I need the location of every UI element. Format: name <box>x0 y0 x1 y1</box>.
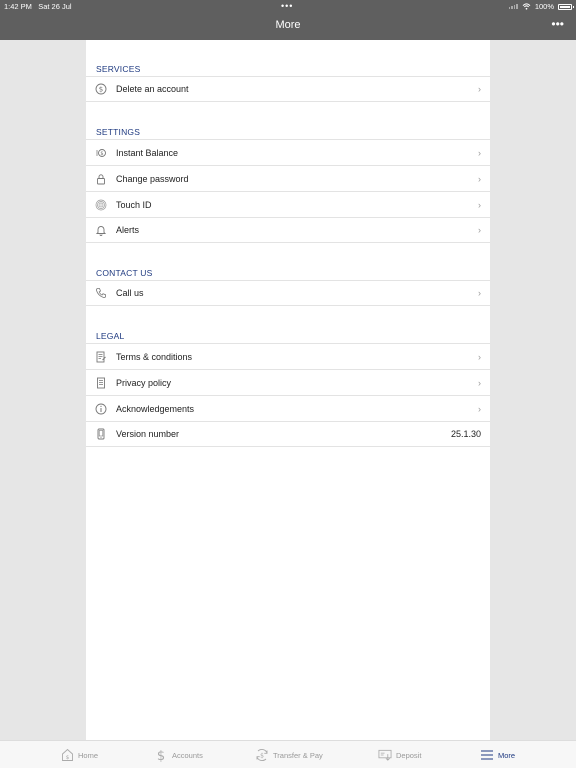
deposit-icon <box>378 748 392 762</box>
row-touch-id[interactable]: Touch ID › <box>86 191 490 217</box>
lock-icon <box>95 173 107 185</box>
home-icon: $ <box>60 748 74 762</box>
row-terms-conditions[interactable]: Terms & conditions › <box>86 343 490 369</box>
chevron-right-icon: › <box>478 84 481 94</box>
status-bar: 1:42 PM Sat 26 Jul ••• 100% <box>0 0 576 12</box>
battery-percent: 100% <box>534 2 554 11</box>
row-alerts[interactable]: Alerts › <box>86 217 490 243</box>
tab-bar: $ Home $ Accounts $ Transfer & Pay Depos… <box>0 740 576 768</box>
phone-icon <box>95 287 107 299</box>
tab-label: Deposit <box>396 750 422 760</box>
battery-icon <box>558 3 574 10</box>
chevron-right-icon: › <box>478 225 481 235</box>
dollar-circle-icon: $ <box>95 83 107 95</box>
row-privacy-policy[interactable]: Privacy policy › <box>86 369 490 395</box>
chevron-right-icon: › <box>478 147 481 158</box>
row-call-us[interactable]: Call us › <box>86 280 490 306</box>
chevron-right-icon: › <box>478 351 481 362</box>
chevron-right-icon: › <box>478 403 481 414</box>
dollar-icon: $ <box>154 748 168 762</box>
row-label: Acknowledgements <box>116 403 195 414</box>
svg-text:$: $ <box>100 151 103 157</box>
row-delete-account[interactable]: $ Delete an account › <box>86 76 490 102</box>
row-version-number: Version number 25.1.30 <box>86 421 490 447</box>
page-title: More <box>275 19 301 31</box>
svg-text:$: $ <box>65 755 69 761</box>
tab-deposit[interactable]: Deposit <box>378 748 421 762</box>
section-header-contact: CONTACT US <box>96 268 153 278</box>
document-icon <box>95 377 107 389</box>
section-header-settings: SETTINGS <box>96 127 141 137</box>
row-label: Privacy policy <box>116 377 172 388</box>
tab-accounts[interactable]: $ Accounts <box>154 748 203 762</box>
multitask-dots: ••• <box>281 1 294 11</box>
chevron-right-icon: › <box>478 173 481 184</box>
svg-text:$: $ <box>260 753 264 760</box>
tab-label: Transfer & Pay <box>273 750 323 760</box>
instant-balance-icon: $ <box>95 147 107 159</box>
tab-label: More <box>498 750 516 760</box>
tab-label: Accounts <box>172 750 203 760</box>
row-label: Terms & conditions <box>116 351 193 362</box>
chevron-right-icon: › <box>478 377 481 388</box>
fingerprint-icon <box>95 199 107 211</box>
section-header-services: SERVICES <box>96 64 141 74</box>
settings-panel: SERVICES $ Delete an account › SETTINGS … <box>86 40 490 740</box>
svg-text:$: $ <box>99 86 103 94</box>
svg-text:$: $ <box>157 749 165 762</box>
row-change-password[interactable]: Change password › <box>86 165 490 191</box>
more-options-button[interactable]: ••• <box>551 17 564 31</box>
row-instant-balance[interactable]: $ Instant Balance › <box>86 139 490 165</box>
tab-home[interactable]: $ Home <box>60 748 98 762</box>
row-label: Delete an account <box>116 84 189 94</box>
version-value: 25.1.30 <box>450 429 481 439</box>
transfer-icon: $ <box>255 748 269 762</box>
row-label: Call us <box>116 288 144 298</box>
chevron-right-icon: › <box>478 199 481 210</box>
row-acknowledgements[interactable]: Acknowledgements › <box>86 395 490 421</box>
tab-more[interactable]: More <box>480 748 515 762</box>
mobile-device-icon <box>95 428 107 440</box>
section-header-legal: LEGAL <box>96 331 125 341</box>
bell-icon <box>95 224 107 236</box>
wifi-icon <box>522 3 531 10</box>
row-label: Instant Balance <box>116 147 179 158</box>
menu-icon <box>480 748 494 762</box>
chevron-right-icon: › <box>478 288 481 298</box>
tab-transfer-pay[interactable]: $ Transfer & Pay <box>255 748 323 762</box>
nav-bar: More ••• <box>0 12 576 40</box>
row-label: Touch ID <box>116 199 152 210</box>
row-label: Alerts <box>116 225 140 235</box>
tab-label: Home <box>78 750 99 760</box>
document-edit-icon <box>95 351 107 363</box>
status-time: 1:42 PM Sat 26 Jul <box>4 2 72 11</box>
row-label: Change password <box>116 173 189 184</box>
row-label: Version number <box>116 429 180 439</box>
signal-icon <box>508 4 518 9</box>
info-icon <box>95 403 107 415</box>
